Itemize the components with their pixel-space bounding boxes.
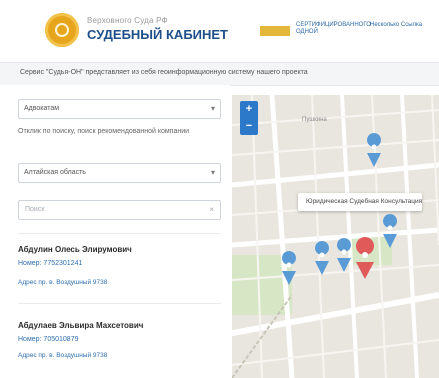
category-select[interactable]: Адвокатам ▾ bbox=[18, 99, 221, 119]
active-marker-icon[interactable] bbox=[356, 237, 375, 279]
notice-text: Сервис "Судья-ОН" представляет из себя г… bbox=[20, 69, 308, 76]
map-marker-icon[interactable] bbox=[383, 214, 398, 248]
map-view[interactable]: Пушкина + − Юридическая Судебная Консуль… bbox=[232, 95, 439, 378]
logo-subtitle: Верховного Суда РФ bbox=[87, 16, 168, 25]
chevron-down-icon: ▾ bbox=[210, 168, 215, 177]
filter-hint: Отклик по поиску, поиск рекомендованной … bbox=[18, 128, 190, 135]
partner-badge-icon[interactable] bbox=[260, 26, 290, 36]
divider bbox=[18, 233, 221, 234]
result-name[interactable]: Абдулин Олесь Элирумович bbox=[18, 245, 132, 254]
map-marker-icon[interactable] bbox=[282, 251, 297, 285]
logo-title[interactable]: СУДЕБНЫЙ КАБИНЕТ bbox=[87, 27, 228, 42]
divider bbox=[18, 303, 221, 304]
clear-icon[interactable]: × bbox=[209, 205, 214, 214]
chevron-down-icon: ▾ bbox=[210, 104, 215, 113]
logo-emblem-icon[interactable] bbox=[45, 13, 79, 47]
partner-link[interactable]: СЕРТИФИЦИРОВАННОГО ОДНОЙ bbox=[296, 22, 371, 36]
notice-bar: Сервис "Судья-ОН" представляет из себя г… bbox=[0, 62, 439, 86]
map-marker-icon[interactable] bbox=[337, 238, 352, 272]
map-markers bbox=[282, 133, 398, 285]
category-select-value: Адвокатам bbox=[24, 105, 60, 112]
result-name[interactable]: Абдулаев Эльвира Махсетович bbox=[18, 321, 143, 330]
filter-panel: Адвокатам ▾ Отклик по поиску, поиск реко… bbox=[0, 85, 230, 378]
result-address[interactable]: Адрес пр. в. Воздушный 9738 bbox=[18, 279, 107, 286]
map-marker-icon[interactable] bbox=[315, 241, 330, 275]
result-phone[interactable]: Номер: 705010879 bbox=[18, 336, 78, 343]
map-marker-icon[interactable] bbox=[367, 133, 382, 167]
result-address[interactable]: Адрес пр. в. Воздушный 9738 bbox=[18, 352, 107, 359]
region-select[interactable]: Алтайская область ▾ bbox=[18, 163, 221, 183]
search-input[interactable]: Поиск × bbox=[18, 200, 221, 220]
partner2-link[interactable]: Несколько Ссылка bbox=[370, 22, 436, 29]
result-phone[interactable]: Номер: 7752301241 bbox=[18, 260, 82, 267]
header: Верховного Суда РФ СУДЕБНЫЙ КАБИНЕТ СЕРТ… bbox=[0, 0, 439, 62]
search-placeholder: Поиск bbox=[25, 206, 45, 213]
region-select-value: Алтайская область bbox=[24, 169, 86, 176]
